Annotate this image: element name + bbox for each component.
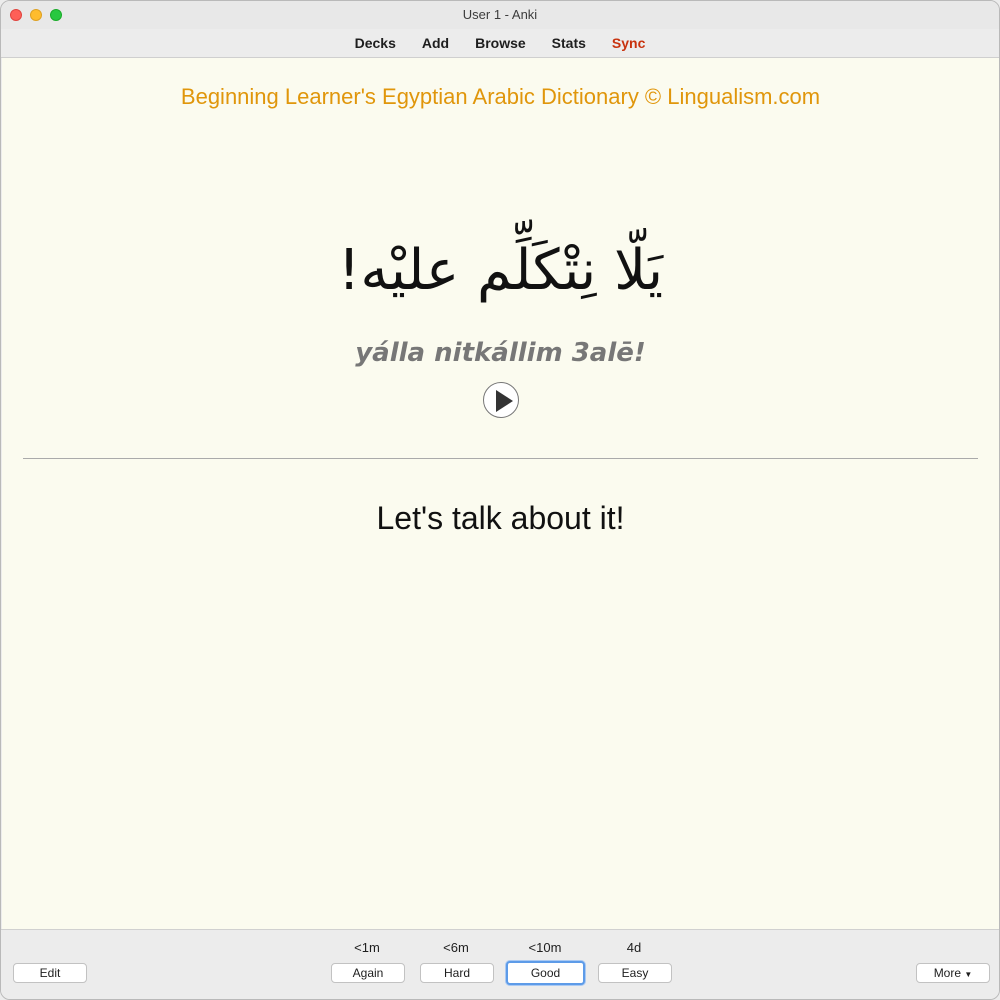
- more-button[interactable]: More ▼: [916, 963, 990, 983]
- transliteration: yálla nitkállim 3alē!: [355, 338, 646, 368]
- edit-button[interactable]: Edit: [13, 963, 87, 983]
- play-icon: [496, 390, 513, 412]
- good-button[interactable]: Good: [506, 961, 585, 985]
- again-button[interactable]: Again: [331, 963, 405, 983]
- toolbar-browse[interactable]: Browse: [475, 35, 526, 51]
- toolbar-decks[interactable]: Decks: [355, 35, 396, 51]
- toolbar-add[interactable]: Add: [422, 35, 449, 51]
- toolbar-sync[interactable]: Sync: [612, 35, 645, 51]
- again-interval: <1m: [354, 940, 380, 955]
- hard-interval: <6m: [443, 940, 469, 955]
- easy-button[interactable]: Easy: [598, 963, 672, 983]
- anki-window: User 1 - Anki Decks Add Browse Stats Syn…: [0, 0, 1000, 1000]
- chevron-down-icon: ▼: [964, 970, 973, 979]
- easy-interval: 4d: [626, 940, 642, 955]
- arabic-phrase: يَلّا نِتْكَلِّم عليْه!: [337, 238, 664, 303]
- review-bottom-bar: Edit <1m Again <6m Hard <10m Good 4d Eas…: [1, 929, 999, 999]
- toolbar-stats[interactable]: Stats: [552, 35, 586, 51]
- play-audio-button[interactable]: [483, 382, 519, 418]
- good-interval: <10m: [528, 940, 562, 955]
- dictionary-header: Beginning Learner's Egyptian Arabic Dict…: [180, 84, 821, 109]
- more-label: More: [933, 966, 962, 980]
- card-content: Beginning Learner's Egyptian Arabic Dict…: [2, 58, 999, 929]
- window-title: User 1 - Anki: [462, 7, 538, 22]
- answer-divider: [23, 458, 978, 459]
- title-bar: User 1 - Anki: [1, 1, 999, 29]
- english-translation: Let's talk about it!: [376, 500, 625, 536]
- hard-button[interactable]: Hard: [420, 963, 494, 983]
- main-toolbar: Decks Add Browse Stats Sync: [1, 29, 999, 58]
